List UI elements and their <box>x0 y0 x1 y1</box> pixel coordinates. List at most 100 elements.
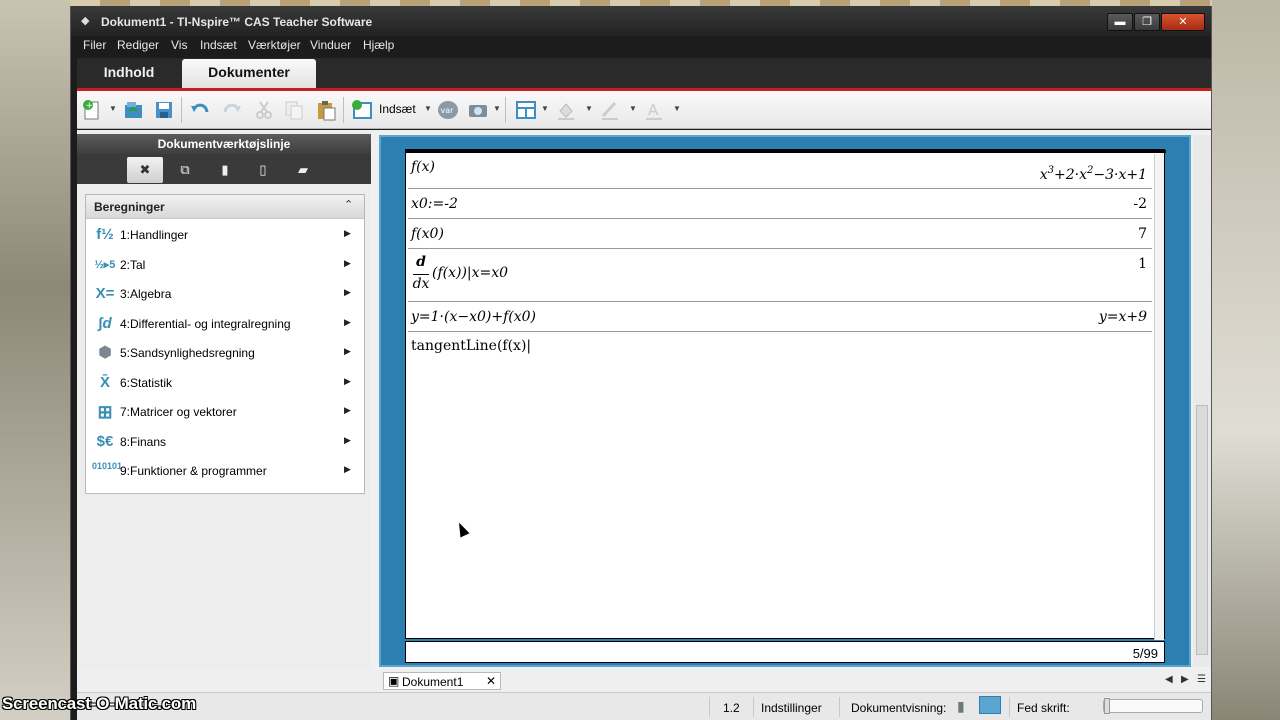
chevron-down-icon[interactable]: ▼ <box>493 104 501 113</box>
list-icon[interactable]: ☰ <box>1197 674 1206 685</box>
history-row[interactable]: x0:=-2 -2 <box>408 190 1152 219</box>
menu-file[interactable]: Filer <box>83 38 106 52</box>
close-button[interactable]: ✕ <box>1161 13 1205 31</box>
menu-item-programs[interactable]: 010101 9:Funktioner & programmer ▶ <box>86 457 364 485</box>
menu-tools[interactable]: Værktøjer <box>248 38 301 52</box>
toolbar: + ▼ Indsæt ▼ var ▼ ▼ ▼ ▼ A ▼ <box>77 91 1211 129</box>
maximize-button[interactable]: ❐ <box>1134 13 1160 31</box>
close-tab-button[interactable]: ✕ <box>486 674 496 688</box>
app-window: ◆ Dokument1 - TI-Nspire™ CAS Teacher Sof… <box>70 6 1212 720</box>
page-indicator: 1.2 <box>723 701 740 715</box>
chevron-down-icon[interactable]: ▼ <box>424 104 432 113</box>
minimize-button[interactable]: ▬ <box>1107 13 1133 31</box>
history-input: f(x0) <box>411 226 444 242</box>
next-arrow-icon[interactable]: ▶ <box>1181 674 1189 685</box>
title-bar[interactable]: ◆ Dokument1 - TI-Nspire™ CAS Teacher Sof… <box>71 6 1211 36</box>
collapse-icon[interactable]: ⌃ <box>344 198 353 211</box>
menu-item-matrix[interactable]: ⊞ 7:Matricer og vektorer ▶ <box>86 398 364 426</box>
handheld-view-icon[interactable]: ▮ <box>957 698 965 715</box>
menu-item-number[interactable]: ½▸5 2:Tal ▶ <box>86 251 364 279</box>
chevron-down-icon[interactable]: ▼ <box>541 104 549 113</box>
algebra-icon: X= <box>95 285 115 302</box>
separator <box>753 697 754 717</box>
history-row[interactable]: f(x) x3+2·x2−3·x+1 <box>408 153 1152 189</box>
content-explorer-icon[interactable]: ▰ <box>285 157 321 183</box>
desktop-background-left <box>0 0 70 720</box>
settings-button[interactable]: Indstillinger <box>761 701 822 715</box>
menu-item-actions[interactable]: f½ 1:Handlinger ▶ <box>86 221 364 249</box>
separator <box>1009 697 1010 717</box>
history-row[interactable]: d dx (f(x))|x=x0 1 <box>408 250 1152 302</box>
function-icon: f½ <box>96 226 114 243</box>
toolbar-separator <box>181 97 182 123</box>
insert-menu-button[interactable]: Indsæt <box>379 102 416 116</box>
history-input: x0:=-2 <box>411 196 458 212</box>
tools-icon[interactable]: ✖ <box>127 157 163 183</box>
undo-icon[interactable] <box>189 99 211 121</box>
menu-view[interactable]: Vis <box>171 38 187 52</box>
page-sorter-icon[interactable]: ⧉ <box>167 157 203 183</box>
menu-insert[interactable]: Indsæt <box>200 38 237 52</box>
history-row[interactable]: y=1·(x−x0)+f(x0) y=x+9 <box>408 303 1152 332</box>
open-icon[interactable] <box>123 99 145 121</box>
calculator-page[interactable]: f(x) x3+2·x2−3·x+1 x0:=-2 -2 f(x0) 7 d d… <box>405 149 1166 640</box>
currency-icon: $€ <box>96 433 114 450</box>
matrix-icon: ⊞ <box>97 402 113 422</box>
screenshot-icon[interactable] <box>467 99 489 121</box>
tab-documents[interactable]: Dokumenter <box>182 59 316 88</box>
menu-item-label: 4:Differential- og integralregning <box>120 317 291 331</box>
section-header[interactable]: Beregninger ⌃ <box>86 195 364 219</box>
svg-text:A: A <box>648 101 659 119</box>
menu-edit[interactable]: Rediger <box>117 38 159 52</box>
zoom-slider[interactable] <box>1103 698 1203 714</box>
history-row[interactable]: f(x0) 7 <box>408 220 1152 249</box>
document-scrollbar[interactable] <box>1193 135 1211 667</box>
chevron-down-icon[interactable]: ▼ <box>673 104 681 113</box>
slider-thumb[interactable] <box>1104 698 1110 714</box>
document-tab-label: Dokument1 <box>402 675 464 689</box>
fraction-icon: ½▸5 <box>94 259 116 271</box>
entry-line[interactable]: tangentLine(f(x)| <box>411 338 531 354</box>
chevron-down-icon[interactable]: ▼ <box>585 104 593 113</box>
fill-color-icon[interactable] <box>555 99 577 121</box>
chevron-down-icon[interactable]: ▼ <box>109 104 117 113</box>
menu-item-probability[interactable]: ⬢ 5:Sandsynlighedsregning ▶ <box>86 339 364 367</box>
menu-windows[interactable]: Vinduer <box>310 38 351 52</box>
handheld-icon[interactable]: ▮ <box>207 157 243 183</box>
save-icon[interactable] <box>153 99 175 121</box>
history-output: x3+2·x2−3·x+1 <box>1040 165 1147 183</box>
menu-item-statistics[interactable]: X̄ 6:Statistik ▶ <box>86 369 364 397</box>
svg-text:+: + <box>86 101 94 111</box>
svg-text:var: var <box>441 106 455 115</box>
line-color-icon[interactable] <box>599 99 621 121</box>
document-tab[interactable]: ▣ Dokument1 ✕ <box>383 672 501 690</box>
tab-content[interactable]: Indhold <box>77 59 181 88</box>
utilities-icon[interactable]: ▯ <box>245 157 281 183</box>
document-view-label: Dokumentvisning: <box>851 701 947 715</box>
variable-icon[interactable]: var <box>437 99 459 121</box>
paste-icon[interactable] <box>315 99 337 121</box>
new-document-icon[interactable]: + <box>81 99 103 121</box>
derivative-numerator: d <box>416 254 426 270</box>
menu-item-label: 3:Algebra <box>120 287 172 301</box>
prev-arrow-icon[interactable]: ◀ <box>1165 674 1173 685</box>
history-input: (f(x))|x=x0 <box>432 265 509 281</box>
menu-help[interactable]: Hjælp <box>363 38 394 52</box>
panel-title: Dokumentværktøjslinje <box>77 134 371 154</box>
menu-item-calculus[interactable]: ∫d 4:Differential- og integralregning ▶ <box>86 310 364 338</box>
workspace: Dokumentværktøjslinje ✖ ⧉ ▮ ▯ ▰ Beregnin… <box>77 130 1211 670</box>
menu-item-algebra[interactable]: X= 3:Algebra ▶ <box>86 280 364 308</box>
menu-item-finance[interactable]: $€ 8:Finans ▶ <box>86 428 364 456</box>
page-scrollbar[interactable] <box>1154 154 1164 640</box>
scrollbar-thumb[interactable] <box>1196 405 1208 655</box>
redo-icon[interactable] <box>221 99 243 121</box>
chevron-down-icon[interactable]: ▼ <box>629 104 637 113</box>
toolbar-separator <box>343 97 344 123</box>
insert-page-icon[interactable] <box>351 99 373 121</box>
computer-view-icon[interactable] <box>979 696 1001 714</box>
table-layout-icon[interactable] <box>515 99 537 121</box>
cut-icon[interactable] <box>253 99 275 121</box>
text-color-icon[interactable]: A <box>643 99 665 121</box>
copy-icon[interactable] <box>283 99 305 121</box>
dice-icon: ⬢ <box>98 344 112 361</box>
